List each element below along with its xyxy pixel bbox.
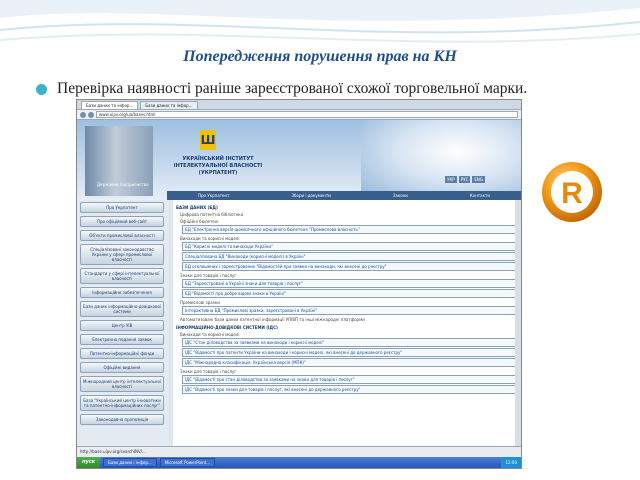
database-link[interactable]: ІДС "Відомості про знаки для товарів і п…: [182, 385, 515, 394]
sidebar-item[interactable]: Офіційні видання: [80, 362, 164, 373]
bullet-item: Перевірка наявності раніше зареєстровано…: [36, 80, 527, 98]
browser-screenshot: Бази даних та інфор... Бази даних та інф…: [76, 99, 522, 469]
sidebar-item[interactable]: Про Укрпатент: [80, 202, 164, 213]
sidebar-item[interactable]: Об'єкти промислової власності: [80, 230, 164, 241]
sidebar-item[interactable]: Міжнародний центр інтелектуальної власно…: [80, 376, 164, 392]
address-bar: www.uipv.org/ua/bases.html: [77, 110, 521, 120]
sidebar-item[interactable]: Спеціалізовані законодавство України у с…: [80, 244, 164, 265]
subheading: Цифрова патентна бібліотека: [180, 212, 244, 217]
forward-icon[interactable]: [88, 111, 94, 118]
group-label: Промислові зразки: [180, 300, 220, 305]
section-heading: БАЗИ ДАНИХ (БД): [176, 205, 218, 210]
bullet-text: Перевірка наявності раніше зареєстровано…: [57, 80, 528, 97]
database-link[interactable]: Інтерактивна БД "Промислові зразки, заре…: [182, 306, 515, 315]
taskbar-item[interactable]: Бази даних і інфор...: [103, 458, 157, 467]
group-label: Знаки для товарів і послуг: [180, 273, 237, 278]
back-icon[interactable]: [80, 111, 86, 118]
database-link[interactable]: ІДС "Міжнародна класифікація. Українська…: [182, 358, 515, 367]
note-text: Автоматизовані бази даних патентної інфо…: [180, 317, 365, 322]
group-label: Винаходи та корисні моделі: [180, 332, 240, 337]
clock: 12:00: [501, 457, 521, 468]
menu-item[interactable]: Про Укрпатент: [198, 193, 229, 198]
sidebar-item[interactable]: Патентно-інформаційні фонди: [80, 348, 164, 359]
group-label: Винаходи та корисні моделі: [180, 236, 240, 241]
institute-name: УКРАЇНСЬКИЙ ІНСТИТУТ ІНТЕЛЕКТУАЛЬНОЇ ВЛА…: [173, 156, 263, 176]
database-link[interactable]: ІДС "Відомості про патенти України на ви…: [182, 348, 515, 357]
section-heading: ІНФОРМАЦІЙНО-ДОВІДКОВІ СИСТЕМИ (ІДС): [176, 325, 278, 330]
trident-emblem-icon: Ш: [200, 130, 216, 150]
lang-rus[interactable]: РУС: [458, 176, 471, 183]
sidebar-item[interactable]: Електронна подання заявок: [80, 334, 164, 345]
sidebar-item[interactable]: Про офіційний веб-сайт: [80, 216, 164, 227]
menu-item[interactable]: Закони: [393, 193, 408, 198]
language-switch: УКР РУС ENG: [445, 176, 485, 183]
sidebar-item[interactable]: Інформаційне забезпечення: [80, 287, 164, 298]
database-link[interactable]: БД "Електронна версія щомісячного офіцій…: [182, 225, 515, 234]
registered-trademark-icon: R: [542, 162, 602, 222]
lang-ukr[interactable]: УКР: [445, 176, 457, 183]
lang-eng[interactable]: ENG: [472, 176, 485, 183]
sidebar-item[interactable]: Бази даних інформаційно-довідкової систе…: [80, 301, 164, 317]
database-link[interactable]: БД "Відомості про добре відомі знаки в У…: [182, 289, 515, 298]
database-link[interactable]: БД оголошених і зареєстрованих "Відомост…: [182, 262, 515, 271]
database-link[interactable]: ІДС "Стан діловодства за заявками на вин…: [182, 338, 515, 347]
taskbar-item[interactable]: Microsoft PowerPoint...: [159, 458, 215, 467]
browser-tabs: Бази даних та інфор... Бази даних та інф…: [77, 100, 521, 110]
sidebar-item[interactable]: Стандарти у сфері інтелектуальної власно…: [80, 268, 164, 284]
registered-mark-letter: R: [561, 177, 583, 210]
status-bar: http://base.uipv.org/searchINV/...: [77, 446, 521, 457]
sidebar: Про Укрпатент Про офіційний веб-сайт Об'…: [77, 200, 169, 446]
bullet-dot: [36, 83, 47, 95]
browser-tab[interactable]: Бази даних та інфор...: [140, 101, 198, 109]
database-link[interactable]: БД "Корисні моделі та винаходи України": [182, 242, 515, 251]
building-caption: Державне підприємство: [97, 182, 149, 187]
subheading: Офіційні бюлетені: [180, 219, 219, 224]
url-input[interactable]: www.uipv.org/ua/bases.html: [96, 111, 518, 118]
sky-image: [361, 120, 521, 200]
start-button[interactable]: пуск: [77, 457, 101, 468]
menu-item[interactable]: Збори і документи: [291, 193, 330, 198]
sidebar-item[interactable]: Законодавча пропозиція: [80, 414, 164, 425]
taskbar: пуск Бази даних і інфор... Microsoft Pow…: [77, 457, 521, 468]
sidebar-item[interactable]: База "Український центр інноватики та па…: [80, 395, 164, 411]
scrollbar[interactable]: [515, 200, 521, 446]
sidebar-item[interactable]: Центр УІВ: [80, 320, 164, 331]
site-header: Державне підприємство Ш УКРАЇНСЬКИЙ ІНСТ…: [77, 120, 521, 200]
main-content: БАЗИ ДАНИХ (БД) Цифрова патентна бібліот…: [173, 200, 515, 446]
top-menu: Про Укрпатент Збори і документи Закони К…: [167, 191, 521, 200]
group-label: Знаки для товарів і послуг: [180, 369, 237, 374]
browser-tab[interactable]: Бази даних та інфор...: [81, 101, 139, 109]
database-link[interactable]: Спеціалізована БД "Винаходи (корисні мод…: [182, 252, 515, 261]
slide-title: Попередження порушення прав на КН: [183, 48, 457, 65]
menu-item[interactable]: Контакти: [470, 193, 490, 198]
database-link[interactable]: БД "Зареєстровані в Україні знаки для то…: [182, 279, 515, 288]
database-link[interactable]: ІДС "Відомості про стан діловодства за з…: [182, 375, 515, 384]
